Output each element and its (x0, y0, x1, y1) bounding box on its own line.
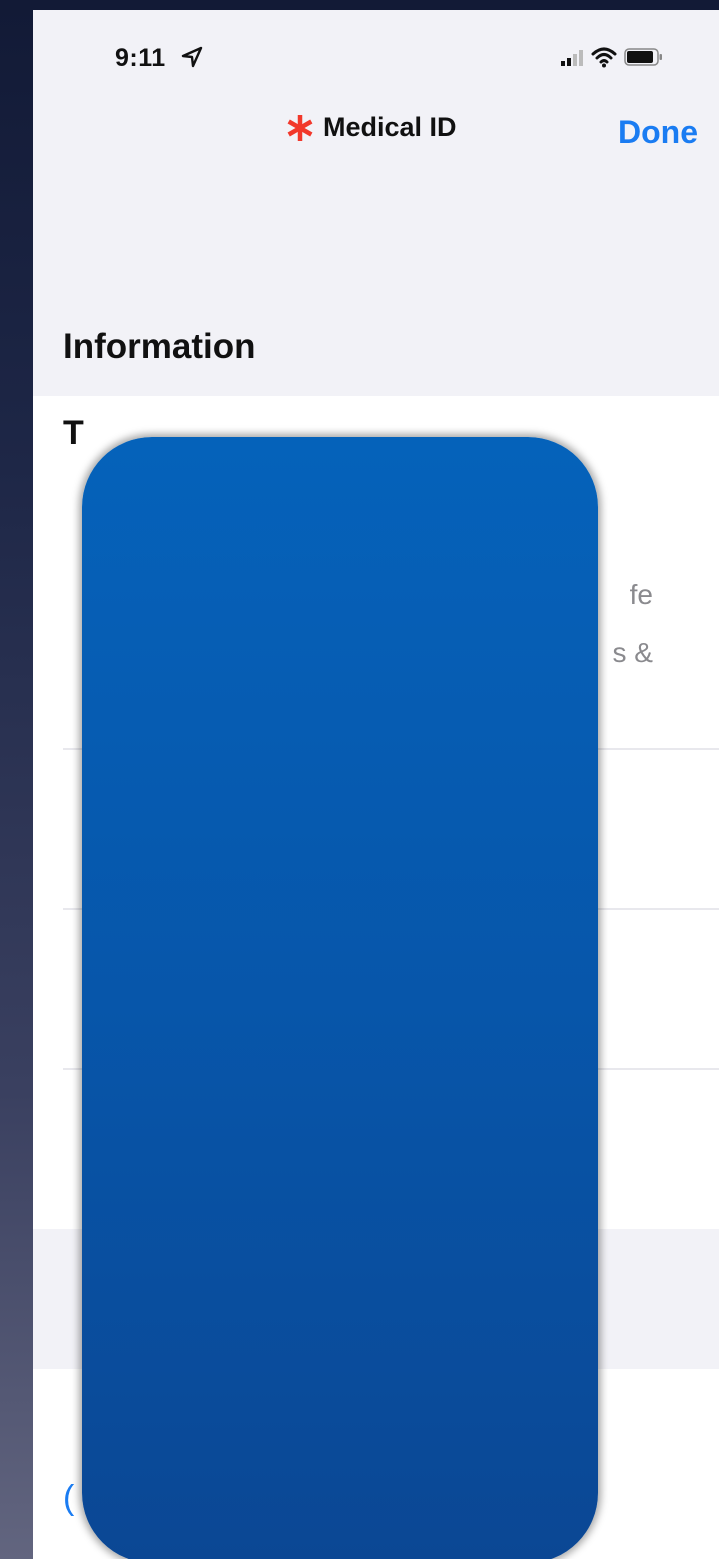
location-arrow-icon (181, 46, 203, 68)
medical-id-screen: 9:11 Medical ID Done Information T fe s … (33, 10, 719, 1559)
battery-icon (624, 48, 662, 66)
status-bar: 9:11 (33, 10, 719, 100)
wifi-icon (591, 47, 617, 68)
done-button[interactable]: Done (618, 114, 698, 151)
section-header-information: Information (63, 327, 256, 366)
medical-asterisk-icon (287, 114, 313, 141)
nav-title-text: Medical ID (323, 112, 457, 142)
nav-title: Medical ID (285, 112, 457, 143)
bottom-link[interactable]: ( (63, 1479, 74, 1518)
redaction-overlay (82, 437, 598, 1559)
status-time: 9:11 (115, 44, 166, 72)
cellular-signal-icon (561, 50, 583, 66)
